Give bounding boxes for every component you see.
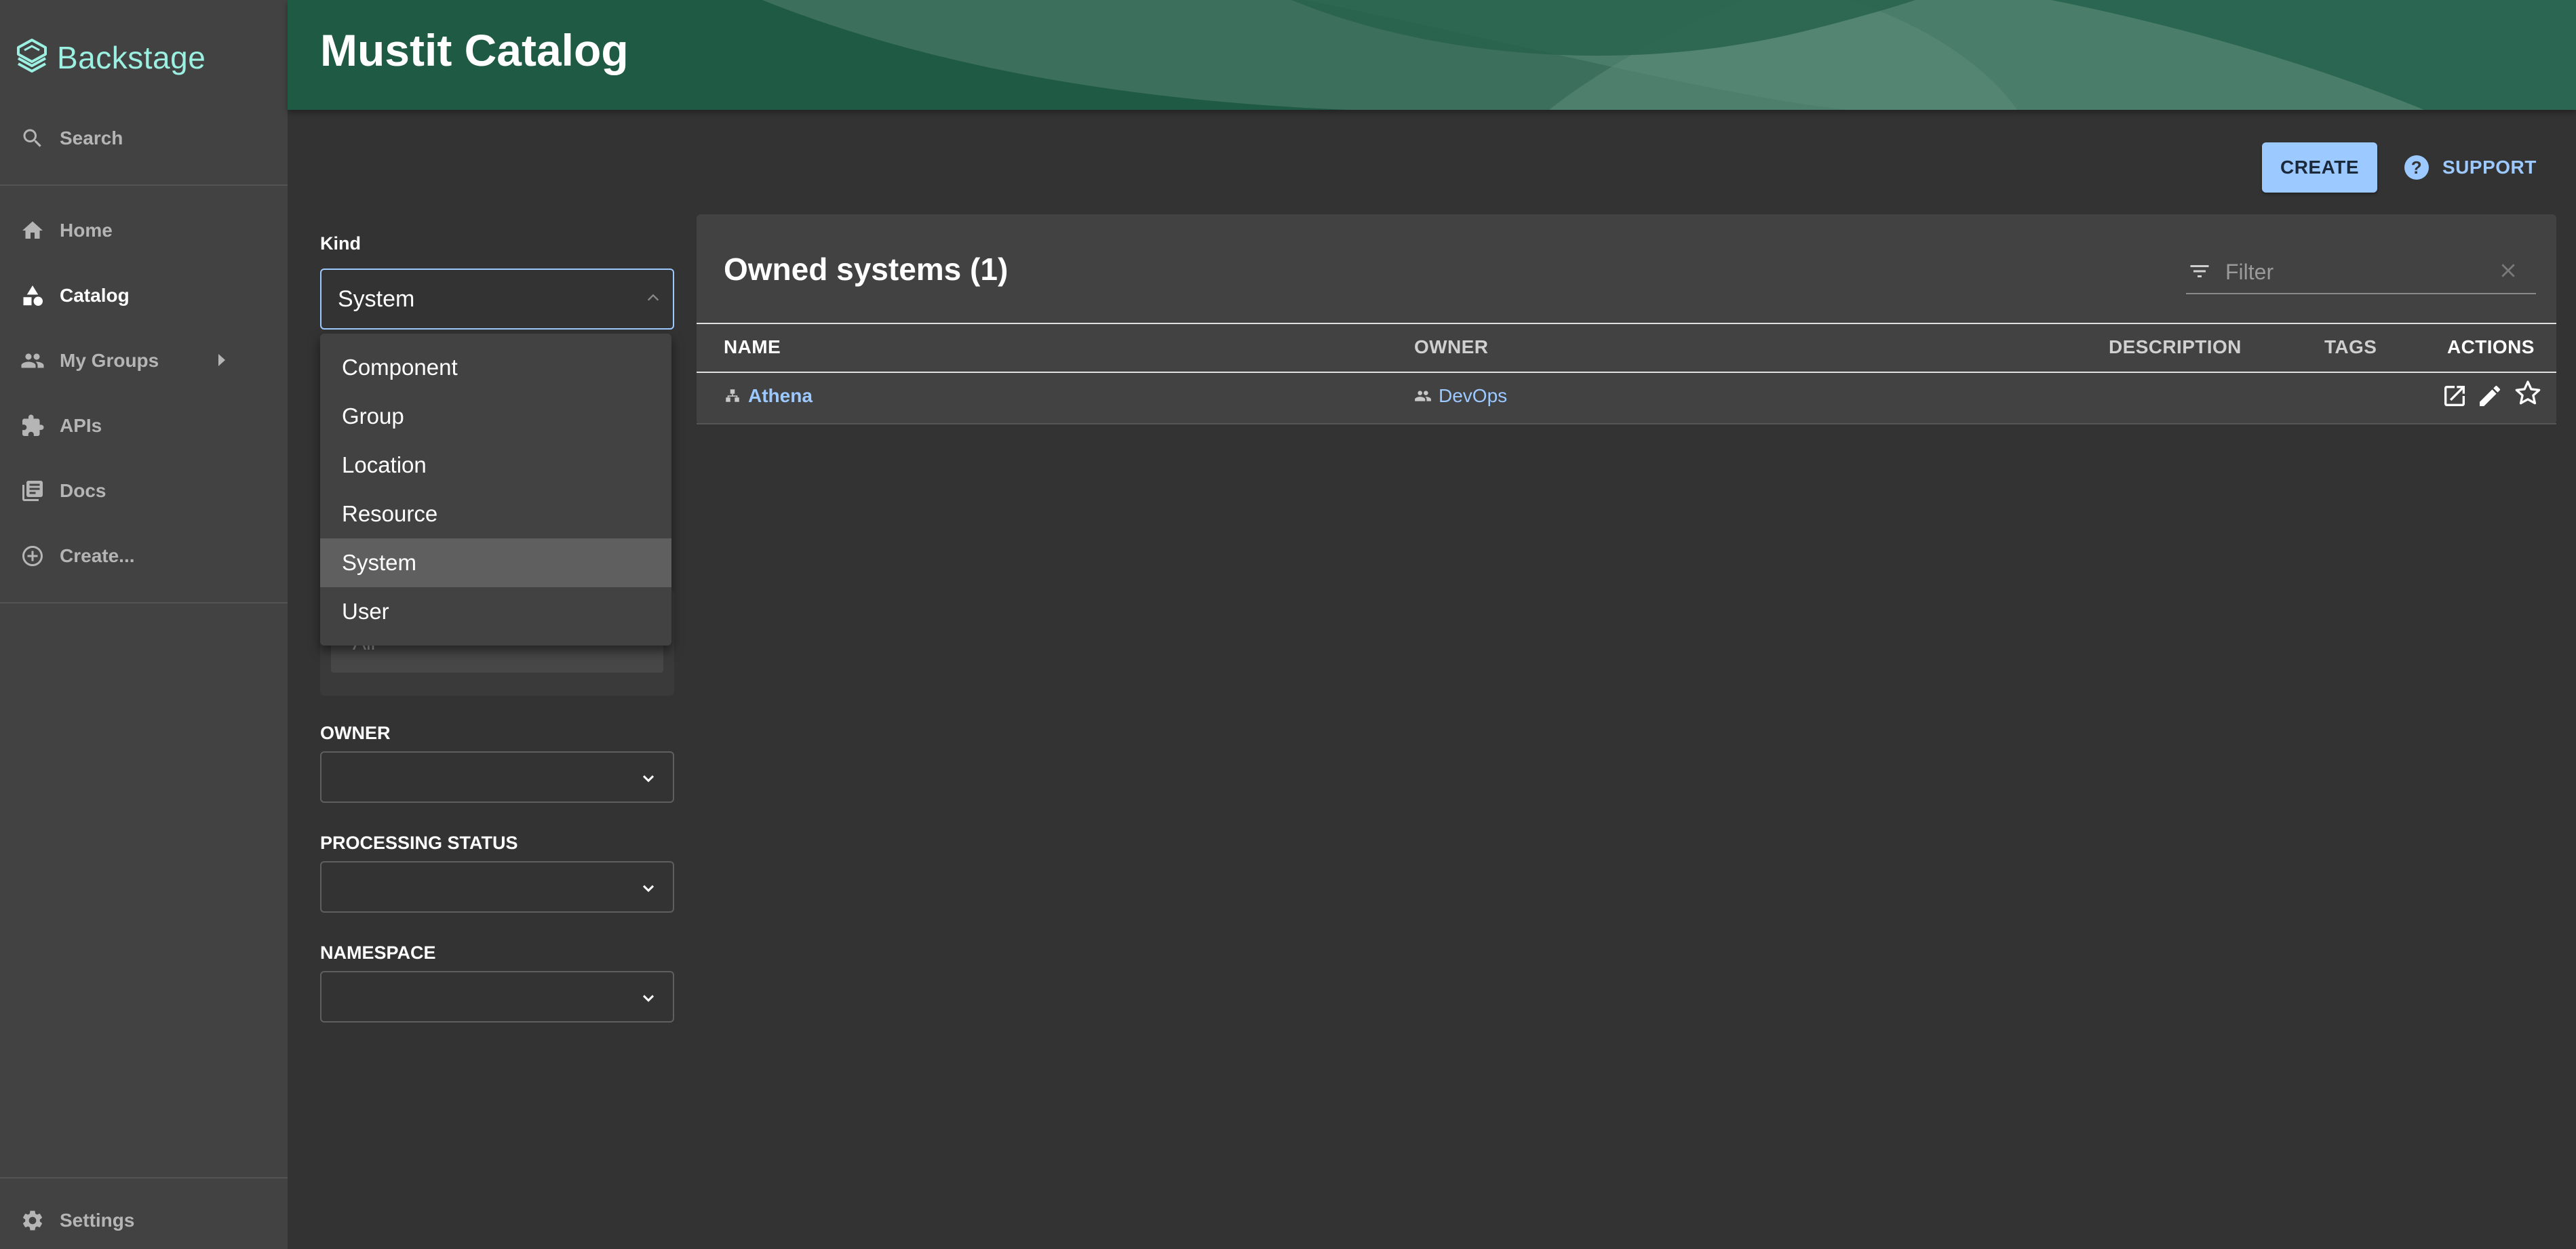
table-row: Athena DevOps xyxy=(697,372,2556,424)
home-icon xyxy=(19,217,46,244)
sidebar-item-label: Search xyxy=(60,127,123,148)
create-button[interactable]: CREATE xyxy=(2262,142,2377,193)
column-header-owner[interactable]: OWNER xyxy=(1414,336,1488,358)
column-header-description[interactable]: DESCRIPTION xyxy=(2109,336,2242,358)
support-button[interactable]: ? SUPPORT xyxy=(2404,145,2537,190)
kind-option-user[interactable]: User xyxy=(320,587,671,636)
kind-select[interactable]: System xyxy=(320,269,674,330)
owner-filter-label: OWNER xyxy=(320,723,391,743)
kind-option-system[interactable]: System xyxy=(320,538,671,587)
clear-filter-icon[interactable] xyxy=(2498,260,2518,281)
sidebar-item-settings[interactable]: Settings xyxy=(0,1192,288,1249)
sidebar-item-label: Docs xyxy=(60,480,106,501)
sidebar-item-label: Settings xyxy=(60,1210,135,1231)
table-title: Owned systems (1) xyxy=(724,252,1009,287)
groups-icon xyxy=(1415,391,1431,401)
search-icon xyxy=(19,125,46,152)
chevron-down-icon xyxy=(642,885,655,892)
sidebar-item-search[interactable]: Search xyxy=(0,106,288,171)
sidebar-item-my-groups[interactable]: My Groups xyxy=(0,328,288,393)
sidebar-item-label: Catalog xyxy=(60,285,130,306)
puzzle-icon xyxy=(19,412,46,439)
filter-input[interactable] xyxy=(2224,252,2484,292)
backstage-logo-icon xyxy=(17,39,47,73)
docs-icon xyxy=(19,477,46,504)
open-external-icon[interactable] xyxy=(2441,382,2468,410)
kind-select-value: System xyxy=(338,285,415,312)
kind-option-location[interactable]: Location xyxy=(320,441,671,490)
catalog-table: Owned systems (1) NAME OWNER DESCRIPTION… xyxy=(697,214,2556,424)
sidebar-item-label: Home xyxy=(60,220,113,241)
sidebar-item-label: Create... xyxy=(60,545,135,566)
backstage-logo[interactable]: Backstage xyxy=(15,35,206,80)
namespace-select[interactable] xyxy=(320,971,674,1023)
filter-icon xyxy=(2190,265,2209,277)
system-name: Athena xyxy=(748,385,813,406)
table-header: NAME OWNER DESCRIPTION TAGS ACTIONS xyxy=(697,323,2556,373)
table-filter xyxy=(2186,250,2536,294)
sidebar-divider xyxy=(0,1177,288,1178)
chevron-up-icon xyxy=(647,294,659,301)
gear-icon xyxy=(19,1207,46,1234)
add-circle-icon xyxy=(19,542,46,570)
page-header: Mustit Catalog xyxy=(288,0,2576,110)
sidebar-item-catalog[interactable]: Catalog xyxy=(0,263,288,328)
kind-option-component[interactable]: Component xyxy=(320,343,671,392)
column-header-tags[interactable]: TAGS xyxy=(2324,336,2377,358)
sidebar-item-home[interactable]: Home xyxy=(0,198,288,263)
processing-status-filter-label: PROCESSING STATUS xyxy=(320,833,518,853)
kind-option-resource[interactable]: Resource xyxy=(320,490,671,538)
page-title: Mustit Catalog xyxy=(320,25,629,75)
namespace-filter-label: NAMESPACE xyxy=(320,943,436,963)
column-header-name[interactable]: NAME xyxy=(724,336,781,358)
sidebar-item-apis[interactable]: APIs xyxy=(0,393,288,458)
edit-icon[interactable] xyxy=(2476,382,2503,410)
sidebar-item-label: APIs xyxy=(60,415,102,436)
owner-name: DevOps xyxy=(1439,385,1508,406)
processing-status-select[interactable] xyxy=(320,861,674,913)
kind-dropdown-menu: Component Group Location Resource System… xyxy=(320,334,671,646)
kind-option-group[interactable]: Group xyxy=(320,392,671,441)
chevron-down-icon xyxy=(642,995,655,1002)
header-background-pattern xyxy=(288,0,2576,110)
system-link[interactable]: Athena xyxy=(724,385,813,407)
kind-filter-label: Kind xyxy=(320,233,361,254)
star-icon[interactable] xyxy=(2513,378,2543,408)
help-icon: ? xyxy=(2404,155,2429,180)
groups-icon xyxy=(19,347,46,374)
column-header-actions: ACTIONS xyxy=(2447,336,2535,357)
support-label: SUPPORT xyxy=(2442,157,2537,178)
catalog-icon xyxy=(19,282,46,309)
app-name: Backstage xyxy=(57,40,206,75)
sidebar-divider xyxy=(0,184,288,186)
sidebar-item-label: My Groups xyxy=(60,350,159,371)
system-icon xyxy=(726,389,739,402)
sidebar-item-create[interactable]: Create... xyxy=(0,523,288,589)
sidebar: Backstage Search Home Catalog My Groups … xyxy=(0,0,288,1249)
chevron-right-icon[interactable] xyxy=(218,354,225,366)
owner-link[interactable]: DevOps xyxy=(1414,385,1507,407)
sidebar-divider xyxy=(0,602,288,603)
sidebar-item-docs[interactable]: Docs xyxy=(0,458,288,523)
owner-select[interactable] xyxy=(320,751,674,803)
chevron-down-icon xyxy=(642,775,655,782)
